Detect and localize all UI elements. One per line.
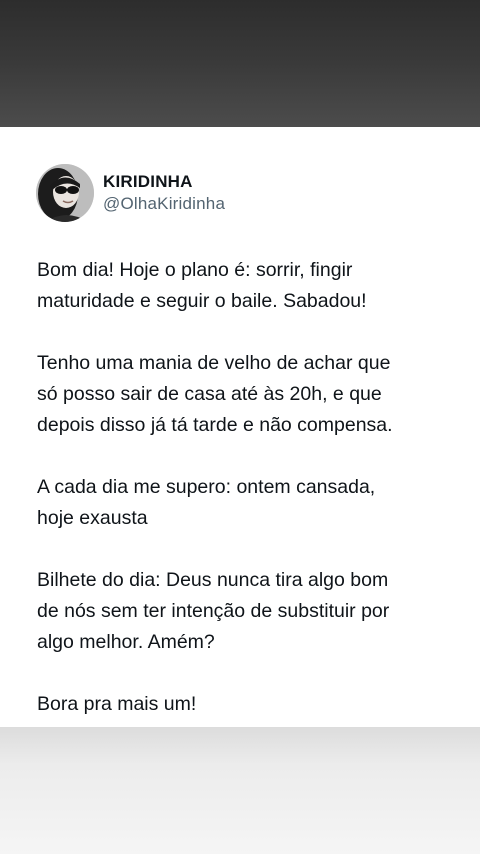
post-paragraph: Bilhete do dia: Deus nunca tira algo bom…: [37, 569, 390, 653]
profile-photo-icon: [36, 164, 94, 222]
author-names: KIRIDINHA @OlhaKiridinha: [103, 171, 225, 215]
post-paragraph: Tenho uma mania de velho de achar que só…: [37, 352, 393, 436]
post-paragraph: A cada dia me supero: ontem cansada, hoj…: [37, 476, 376, 529]
post-paragraph: Bom dia! Hoje o plano é: sorrir, fingir …: [37, 259, 367, 312]
post-header: KIRIDINHA @OlhaKiridinha: [36, 164, 225, 222]
avatar[interactable]: [36, 164, 94, 222]
display-name[interactable]: KIRIDINHA: [103, 171, 225, 193]
post-body: Bom dia! Hoje o plano é: sorrir, fingir …: [37, 255, 457, 751]
top-background: [0, 0, 480, 127]
user-handle[interactable]: @OlhaKiridinha: [103, 193, 225, 215]
bottom-background: [0, 727, 480, 854]
post-paragraph: Bora pra mais um!: [37, 693, 197, 715]
post-card: KIRIDINHA @OlhaKiridinha Bom dia! Hoje o…: [0, 127, 480, 727]
